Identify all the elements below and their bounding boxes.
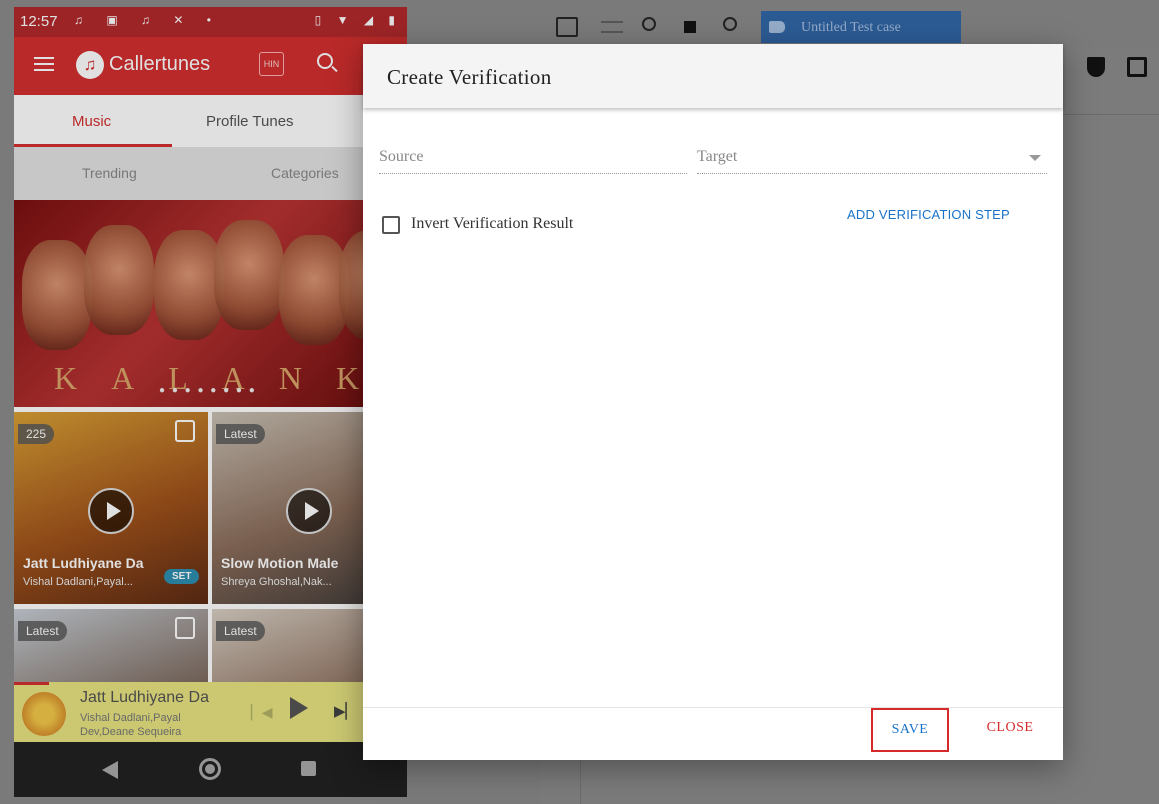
playback-progress <box>14 682 49 685</box>
mini-player[interactable]: Jatt Ludhiyane Da Vishal Dadlani,Payal D… <box>14 682 407 742</box>
add-tune-icon[interactable] <box>175 420 195 442</box>
card-badge: Latest <box>18 621 67 641</box>
add-box-icon[interactable] <box>1127 57 1147 77</box>
notification-icons: ♫ ▣ ♫ ✕ • <box>74 13 221 27</box>
invert-checkbox[interactable] <box>382 216 400 234</box>
play-icon[interactable] <box>88 488 134 534</box>
add-tune-icon[interactable] <box>175 617 195 639</box>
add-verification-step-button[interactable]: ADD VERIFICATION STEP <box>847 207 1010 222</box>
set-button[interactable]: SET <box>164 569 200 584</box>
search-icon[interactable] <box>317 53 333 69</box>
source-label: Source <box>379 148 424 165</box>
card-subtitle: Shreya Ghoshal,Nak... <box>221 576 332 588</box>
tab-categories[interactable]: Categories <box>271 165 339 181</box>
system-status-icons: ▯ ▼ ◢ ▮ <box>314 13 401 27</box>
source-field[interactable]: Source <box>379 140 687 174</box>
tab-profile-tunes[interactable]: Profile Tunes <box>206 113 294 130</box>
label-icon <box>769 21 785 33</box>
devices-icon[interactable] <box>556 17 578 37</box>
verified-shield-icon[interactable] <box>1087 57 1105 77</box>
editor-toolbar: Untitled Test case <box>541 7 1159 47</box>
android-nav-bar <box>14 742 407 797</box>
banner-artwork <box>84 225 154 335</box>
menu-icon[interactable] <box>34 63 54 65</box>
save-button[interactable]: SAVE <box>871 708 949 752</box>
zoom-out-icon[interactable] <box>642 17 656 31</box>
album-art <box>22 692 66 736</box>
card-badge: Latest <box>216 424 265 444</box>
play-icon[interactable] <box>290 697 308 719</box>
card-title: Slow Motion Male <box>221 555 339 571</box>
back-icon[interactable] <box>102 761 118 779</box>
tab-music[interactable]: Music <box>72 113 111 130</box>
carousel-dots[interactable]: ● ● ● ● ● ● ● ● <box>159 385 257 396</box>
target-label: Target <box>697 148 738 165</box>
status-time: 12:57 <box>20 13 58 30</box>
song-card[interactable]: Latest <box>14 609 208 682</box>
dropdown-arrow-icon[interactable] <box>1029 155 1041 161</box>
test-case-title: Untitled Test case <box>801 20 901 35</box>
card-badge: Latest <box>216 621 265 641</box>
device-screen[interactable]: 12:57 ♫ ▣ ♫ ✕ • ▯ ▼ ◢ ▮ ♫ Callertunes HI… <box>14 7 407 797</box>
create-verification-dialog: Create Verification Source Target Invert… <box>363 44 1063 760</box>
previous-icon[interactable]: ▏◀ <box>251 704 273 721</box>
banner-artwork <box>22 240 92 350</box>
app-bar: ♫ Callertunes HIN <box>14 37 407 95</box>
android-status-bar: 12:57 ♫ ▣ ♫ ✕ • ▯ ▼ ◢ ▮ <box>14 7 407 37</box>
banner-artwork <box>214 220 284 330</box>
app-name: Callertunes <box>109 53 211 75</box>
play-icon[interactable] <box>286 488 332 534</box>
test-case-title-field[interactable]: Untitled Test case <box>761 11 961 43</box>
main-tabs: Music Profile Tunes <box>14 95 407 147</box>
card-badge: 225 <box>18 424 55 444</box>
featured-banner[interactable]: KALANK ● ● ● ● ● ● ● ● <box>14 200 407 407</box>
dialog-footer-divider <box>363 707 1063 708</box>
sub-tabs: Trending Categories <box>14 147 407 200</box>
language-chip[interactable]: HIN <box>259 52 284 76</box>
now-playing-artists: Vishal Dadlani,Payal Dev,Deane Sequeira <box>80 712 182 738</box>
recents-icon[interactable] <box>301 761 316 776</box>
home-icon[interactable] <box>199 758 221 780</box>
dialog-title: Create Verification <box>387 65 552 89</box>
target-select[interactable]: Target <box>697 140 1047 174</box>
song-card[interactable]: 225 Jatt Ludhiyane Da Vishal Dadlani,Pay… <box>14 412 208 604</box>
stop-icon[interactable] <box>684 21 696 33</box>
invert-label: Invert Verification Result <box>411 215 574 232</box>
now-playing-title: Jatt Ludhiyane Da <box>80 689 209 706</box>
tab-trending[interactable]: Trending <box>82 165 137 181</box>
zoom-in-icon[interactable] <box>723 17 737 31</box>
close-button[interactable]: CLOSE <box>975 708 1045 752</box>
list-icon[interactable] <box>601 21 623 33</box>
callertunes-logo-icon: ♫ <box>76 51 104 79</box>
dialog-header: Create Verification <box>363 44 1063 108</box>
next-icon[interactable]: ▶▏ <box>334 702 357 720</box>
card-title: Jatt Ludhiyane Da <box>23 555 144 571</box>
card-subtitle: Vishal Dadlani,Payal... <box>23 576 133 588</box>
